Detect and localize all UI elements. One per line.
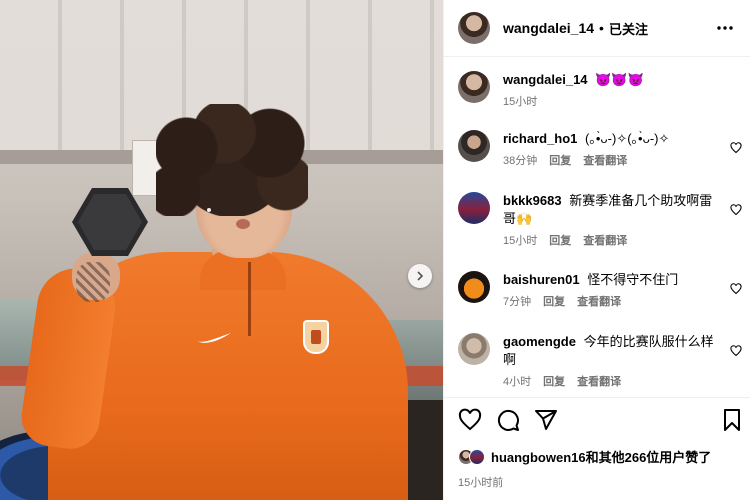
translate-button[interactable]: 查看翻译 <box>583 152 627 170</box>
comment-meta: 15小时 回复 查看翻译 <box>503 232 718 250</box>
separator-dot: • <box>599 20 604 36</box>
jersey-zip <box>248 262 251 336</box>
comment-username[interactable]: gaomengde <box>503 334 576 349</box>
mouth <box>236 219 250 229</box>
curly-hair <box>156 104 308 216</box>
liker-avatar <box>469 448 485 465</box>
follow-status-button[interactable]: 已关注 <box>609 19 648 38</box>
caption-avatar[interactable] <box>458 71 490 103</box>
image-person <box>0 0 443 500</box>
post-image <box>0 0 443 500</box>
caption-meta: 15小时 <box>503 93 718 111</box>
post-header: wangdalei_14 • 已关注 <box>444 0 750 57</box>
chevron-right-icon <box>417 271 424 281</box>
likes-summary[interactable]: huangbowen16和其他266位用户赞了 <box>458 447 711 466</box>
comment-body: richard_ho1 (｡•̀ᴗ-)✧(｡•̀ᴗ-)✧ 38分钟 回复 查看翻… <box>503 130 718 170</box>
author-username[interactable]: wangdalei_14 <box>503 20 594 36</box>
comment-text: (｡•̀ᴗ-)✧(｡•̀ᴗ-)✧ <box>585 131 670 146</box>
reply-button[interactable]: 回复 <box>549 152 571 170</box>
comment-body: gaomengde 今年的比赛队服什么样啊 4小时 回复 查看翻译 <box>503 333 718 391</box>
comments-section: wangdalei_14 👿👿👿 15小时 richard_ho1 (｡•̀ᴗ-… <box>444 57 750 397</box>
comment-meta: 7分钟 回复 查看翻译 <box>503 293 718 311</box>
more-options-icon[interactable] <box>715 18 735 38</box>
caption-time: 15小时 <box>503 96 538 108</box>
translate-button[interactable]: 查看翻译 <box>577 373 621 391</box>
reply-button[interactable]: 回复 <box>543 373 565 391</box>
comment-like-icon[interactable] <box>730 345 742 357</box>
comment-meta: 38分钟 回复 查看翻译 <box>503 152 718 170</box>
comment-meta: 4小时 回复 查看翻译 <box>503 373 718 391</box>
comment-username[interactable]: richard_ho1 <box>503 131 577 146</box>
heart-icon[interactable] <box>458 408 482 432</box>
reply-button[interactable]: 回复 <box>543 293 565 311</box>
comment-icon[interactable] <box>496 408 520 432</box>
post-actions: huangbowen16和其他266位用户赞了 15小时前 <box>444 397 750 500</box>
next-image-button[interactable] <box>408 264 432 288</box>
likes-text[interactable]: huangbowen16和其他266位用户赞了 <box>491 447 711 466</box>
comment-like-icon[interactable] <box>730 283 742 295</box>
comment-time: 7分钟 <box>503 296 532 308</box>
post-timestamp: 15小时前 <box>458 477 504 489</box>
commenter-avatar[interactable] <box>458 130 490 162</box>
comment-time: 15小时 <box>503 235 538 247</box>
bookmark-icon[interactable] <box>720 408 744 432</box>
reply-button[interactable]: 回复 <box>549 232 571 250</box>
send-icon[interactable] <box>534 408 558 432</box>
comment-body: baishuren01 怪不得守不住门 7分钟 回复 查看翻译 <box>503 271 718 311</box>
comment-username[interactable]: baishuren01 <box>503 272 580 287</box>
club-crest <box>303 320 329 354</box>
earring <box>207 208 211 212</box>
comment-body: bkkk9683 新赛季准备几个助攻啊雷哥🙌 15小时 回复 查看翻译 <box>503 192 718 250</box>
commenter-avatar[interactable] <box>458 192 490 224</box>
swoosh-logo <box>197 333 231 343</box>
translate-button[interactable]: 查看翻译 <box>583 232 627 250</box>
caption-text: 👿👿👿 <box>595 72 644 87</box>
author-avatar[interactable] <box>458 12 490 44</box>
comment-like-icon[interactable] <box>730 142 742 154</box>
commenter-avatar[interactable] <box>458 271 490 303</box>
post-sidebar: wangdalei_14 • 已关注 wangdalei_14 👿👿👿 15小时 <box>443 0 750 500</box>
translate-button[interactable]: 查看翻译 <box>577 293 621 311</box>
dumbbell <box>72 188 148 256</box>
caption-body: wangdalei_14 👿👿👿 15小时 <box>503 71 718 111</box>
comment-text: 怪不得守不住门 <box>587 272 679 287</box>
comment-like-icon[interactable] <box>730 204 742 216</box>
action-icons-row <box>458 408 744 432</box>
comment-username[interactable]: bkkk9683 <box>503 193 562 208</box>
comment-time: 38分钟 <box>503 155 538 167</box>
commenter-avatar[interactable] <box>458 333 490 365</box>
caption-username[interactable]: wangdalei_14 <box>503 72 588 87</box>
forearm-tattoo <box>76 262 110 302</box>
comment-time: 4小时 <box>503 376 532 388</box>
